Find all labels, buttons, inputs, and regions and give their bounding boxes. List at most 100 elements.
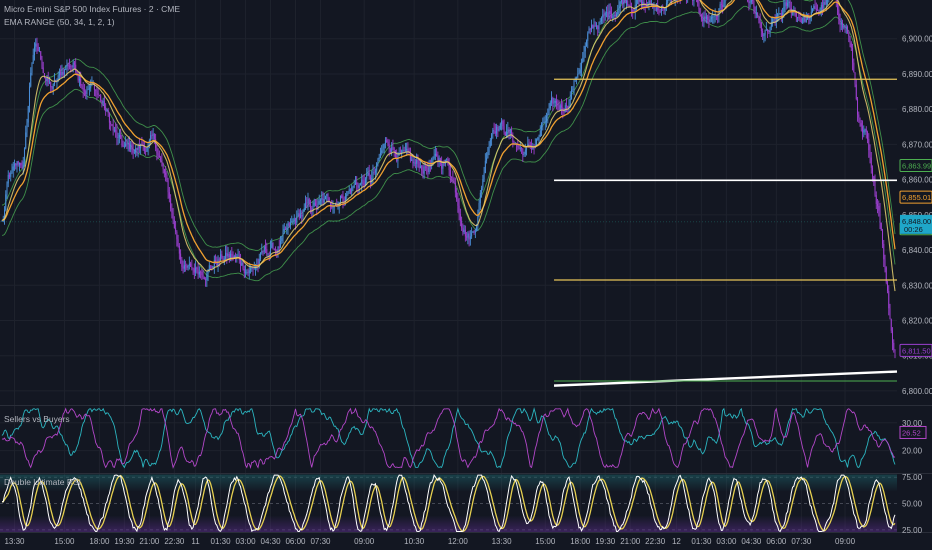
candle-body (416, 159, 418, 164)
candle-body (471, 232, 473, 237)
candle-body (474, 230, 476, 233)
trading-chart[interactable]: 6,900.00 6,890.00 6,880.00 6,870.00 6,860.00… (0, 0, 932, 550)
time-axis-tick: 22:30 (645, 537, 666, 546)
candle-body (556, 100, 558, 105)
time-axis-tick: 11 (191, 537, 200, 546)
candle-body (203, 277, 205, 280)
candle-body (308, 199, 310, 204)
candle-body (349, 189, 351, 193)
candle-body (573, 80, 575, 90)
candle-body (717, 16, 719, 17)
candle-body (212, 266, 214, 268)
candle-body (198, 271, 200, 275)
candle-body (220, 254, 222, 261)
candle-body (620, 0, 622, 2)
time-axis-tick: 06:00 (766, 537, 787, 546)
candle-body (367, 172, 369, 176)
candle-body (467, 233, 469, 238)
candle-body (600, 17, 602, 22)
rsi-oversold-zone (0, 516, 897, 532)
candle-body (36, 43, 38, 48)
candle-body (285, 228, 287, 230)
price-axis-tick: 6,800.00 (902, 387, 932, 396)
candle-body (32, 55, 34, 63)
candle-body (213, 260, 215, 267)
candle-body (186, 265, 188, 268)
candle-body (376, 162, 378, 171)
candle-body (391, 147, 393, 153)
candle-body (351, 187, 353, 193)
candle-body (245, 272, 247, 274)
candle-body (589, 28, 591, 30)
candle-body (342, 198, 344, 202)
candle-body (283, 228, 285, 232)
time-axis-tick: 12:00 (448, 537, 469, 546)
candle-body (822, 5, 824, 9)
candle-body (868, 139, 870, 151)
candle-body (709, 19, 711, 22)
candle-body (468, 233, 470, 240)
candle-body (708, 19, 710, 22)
candle-body (152, 133, 154, 136)
candle-body (80, 78, 82, 86)
candle-body (698, 2, 700, 10)
candle-body (111, 124, 113, 126)
candle-body (753, 0, 755, 7)
candle-body (755, 12, 757, 14)
candle-body (125, 143, 127, 147)
candle-body (27, 106, 29, 123)
candle-body (404, 150, 406, 152)
candle-body (769, 26, 771, 33)
candle-body (458, 205, 460, 215)
candle-body (593, 25, 595, 29)
candle-body (171, 208, 173, 213)
candle-body (643, 1, 645, 4)
candle-body (222, 257, 224, 261)
candle-body (88, 88, 90, 90)
candle-body (424, 166, 426, 168)
candle-body (607, 12, 609, 18)
candle-body (206, 273, 208, 281)
candle-body (862, 126, 864, 133)
candle-body (177, 239, 179, 246)
time-axis-tick: 04:30 (741, 537, 762, 546)
candle-body (195, 267, 197, 273)
candle-body (624, 0, 626, 4)
candle-body (428, 165, 430, 173)
candle-body (183, 265, 185, 269)
candle-body (884, 259, 886, 268)
time-axis-tick: 06:00 (285, 537, 306, 546)
candle-body (275, 249, 277, 251)
candle-body (158, 155, 160, 158)
candle-body (894, 349, 896, 351)
candle-body (813, 6, 815, 9)
candle-body (35, 43, 37, 47)
candle-body (578, 73, 580, 75)
candle-body (803, 16, 805, 22)
candle-body (524, 149, 526, 155)
time-axis-tick: 01:30 (211, 537, 232, 546)
candle-body (40, 51, 42, 60)
candle-body (824, 2, 826, 5)
candle-body (210, 265, 212, 266)
candle-body (609, 10, 611, 14)
candle-body (852, 47, 854, 63)
candle-body (767, 29, 769, 32)
candle-body (135, 148, 137, 153)
candle-body (571, 89, 573, 99)
candle-body (842, 23, 844, 28)
candle-body (352, 187, 354, 188)
candle-body (412, 159, 414, 164)
candle-body (153, 133, 155, 140)
candle-body (118, 134, 120, 138)
candle-body (122, 145, 124, 147)
candle-body (640, 0, 642, 5)
candle-body (120, 134, 122, 139)
candle-body (700, 14, 702, 20)
candle-body (402, 150, 404, 151)
candle-body (22, 161, 24, 169)
candle-body (508, 129, 510, 134)
candle-body (588, 28, 590, 34)
candle-body (185, 265, 187, 266)
candle-body (298, 213, 300, 219)
